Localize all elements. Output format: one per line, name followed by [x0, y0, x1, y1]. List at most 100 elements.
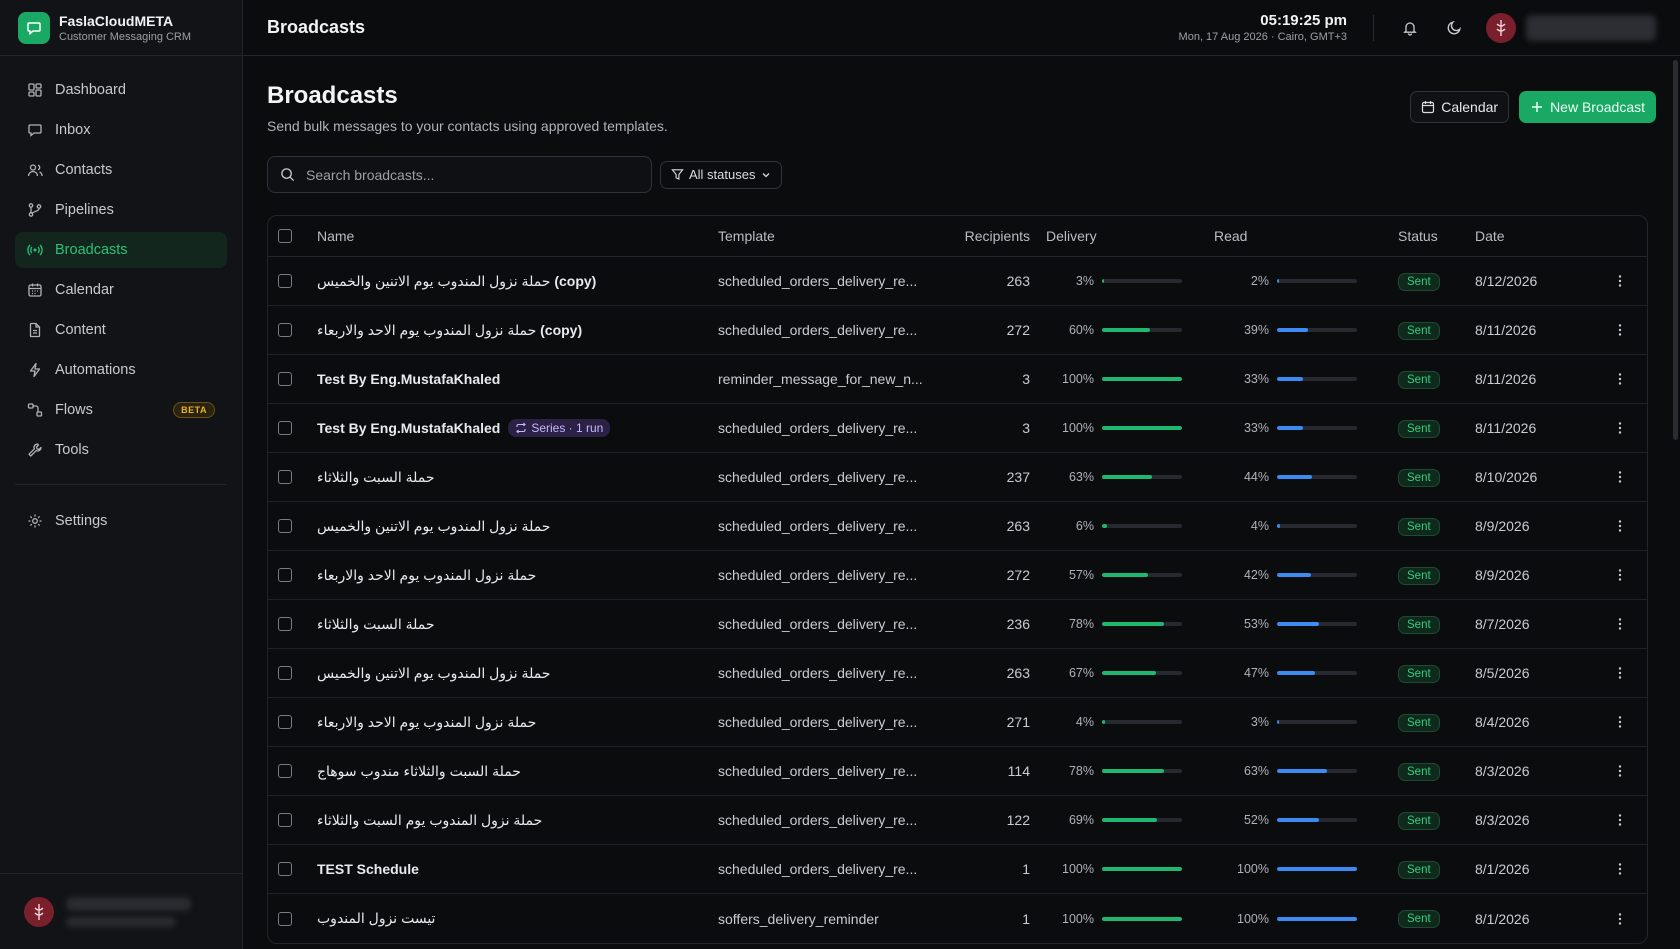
row-checkbox[interactable] — [278, 764, 292, 778]
row-checkbox[interactable] — [278, 372, 292, 386]
row-menu-button[interactable] — [1613, 470, 1627, 484]
table-row[interactable]: Test By Eng.MustafaKhaled reminder_messag… — [268, 355, 1647, 404]
sidebar-item-contacts[interactable]: Contacts — [15, 152, 227, 188]
broadcast-name-cell[interactable]: تيست نزول المندوب — [317, 910, 718, 927]
page-scrollbar[interactable] — [1673, 60, 1678, 440]
sidebar-item-pipelines[interactable]: Pipelines — [15, 192, 227, 228]
row-checkbox[interactable] — [278, 911, 292, 926]
row-menu-button[interactable] — [1613, 715, 1627, 729]
sidebar-item-automations[interactable]: Automations — [15, 352, 227, 388]
row-checkbox[interactable] — [278, 715, 292, 729]
row-checkbox[interactable] — [278, 323, 292, 337]
row-checkbox[interactable] — [278, 568, 292, 582]
column-header-delivery[interactable]: Delivery — [1030, 228, 1214, 244]
row-menu-button[interactable] — [1613, 912, 1627, 926]
search-box[interactable] — [267, 156, 652, 193]
row-menu-button[interactable] — [1613, 764, 1627, 778]
delivery-bar — [1102, 818, 1182, 822]
row-checkbox[interactable] — [278, 274, 292, 288]
broadcast-name-cell[interactable]: حملة نزول المندوب يوم الاحد والاربعاء — [317, 567, 718, 584]
column-header-recipients[interactable]: Recipients — [943, 228, 1030, 244]
table-row[interactable]: حملة نزول المندوب يوم الاتنين والخميس sch… — [268, 502, 1647, 551]
table-row[interactable]: حملة نزول المندوب يوم الاحد والاربعاء sch… — [268, 551, 1647, 600]
broadcast-date: 8/7/2026 — [1475, 616, 1530, 632]
broadcast-name-cell[interactable]: حملة نزول المندوب يوم السبت والثلاثاء — [317, 812, 718, 829]
row-checkbox[interactable] — [278, 421, 292, 435]
brand[interactable]: FaslaCloudMETA Customer Messaging CRM — [0, 0, 242, 56]
theme-toggle-button[interactable] — [1438, 12, 1470, 44]
recipients-count: 3 — [1022, 371, 1030, 387]
table-row[interactable]: حملة نزول المندوب يوم الاتنين والخميس (c… — [268, 257, 1647, 306]
row-menu-button[interactable] — [1613, 666, 1627, 680]
row-checkbox[interactable] — [278, 813, 292, 827]
broadcast-date: 8/1/2026 — [1475, 910, 1530, 927]
table-row[interactable]: حملة نزول المندوب يوم السبت والثلاثاء sch… — [268, 796, 1647, 845]
template-name: scheduled_orders_delivery_re... — [718, 812, 918, 828]
table-row[interactable]: حملة السبت والثلاثاء scheduled_orders_del… — [268, 600, 1647, 649]
row-checkbox[interactable] — [278, 862, 292, 876]
broadcast-name-cell[interactable]: Test By Eng.MustafaKhaled Series · 1 run — [317, 419, 718, 437]
column-header-status[interactable]: Status — [1398, 228, 1475, 244]
filters-bar: All statuses — [267, 156, 1656, 193]
table-row[interactable]: تيست نزول المندوب soffers_delivery_remind… — [268, 894, 1647, 943]
broadcast-name-cell[interactable]: TEST Schedule — [317, 861, 718, 877]
search-input[interactable] — [304, 165, 624, 184]
select-all-checkbox[interactable] — [278, 229, 292, 243]
row-menu-button[interactable] — [1613, 274, 1627, 288]
sidebar-item-content[interactable]: Content — [15, 312, 227, 348]
delivery-rate: 100% — [1030, 862, 1214, 876]
table-row[interactable]: حملة نزول المندوب يوم الاحد والاربعاء sch… — [268, 698, 1647, 747]
row-menu-button[interactable] — [1613, 421, 1627, 435]
table-row[interactable]: TEST Schedule scheduled_orders_delivery_r… — [268, 845, 1647, 894]
read-bar-fill — [1277, 867, 1357, 871]
row-menu-button[interactable] — [1613, 323, 1627, 337]
sidebar-item-calendar[interactable]: Calendar — [15, 272, 227, 308]
column-header-name[interactable]: Name — [317, 228, 718, 244]
row-checkbox[interactable] — [278, 519, 292, 533]
row-menu-button[interactable] — [1613, 568, 1627, 582]
broadcast-name-cell[interactable]: حملة نزول المندوب يوم الاتنين والخميس — [317, 518, 718, 535]
calendar-button[interactable]: Calendar — [1410, 91, 1510, 123]
broadcast-name-cell[interactable]: حملة نزول المندوب يوم الاحد والاربعاء — [317, 714, 718, 731]
table-row[interactable]: حملة نزول المندوب يوم الاتنين والخميس sch… — [268, 649, 1647, 698]
column-header-read[interactable]: Read — [1214, 228, 1398, 244]
delivery-percent: 100% — [1062, 911, 1094, 926]
broadcast-name-cell[interactable]: Test By Eng.MustafaKhaled — [317, 371, 718, 387]
sidebar-item-flows[interactable]: Flows BETA — [15, 392, 227, 428]
row-checkbox[interactable] — [278, 470, 292, 484]
row-checkbox[interactable] — [278, 666, 292, 680]
row-menu-button[interactable] — [1613, 862, 1627, 876]
sidebar-item-settings[interactable]: Settings — [15, 503, 227, 539]
broadcast-name-cell[interactable]: حملة السبت والثلاثاء — [317, 469, 718, 486]
sidebar-item-dashboard[interactable]: Dashboard — [15, 72, 227, 108]
row-menu-button[interactable] — [1613, 372, 1627, 386]
row-menu-button[interactable] — [1613, 813, 1627, 827]
broadcast-name: حملة نزول المندوب يوم الاتنين والخميس — [317, 517, 551, 534]
column-header-date[interactable]: Date — [1475, 228, 1600, 244]
broadcast-name-cell[interactable]: حملة نزول المندوب يوم الاتنين والخميس — [317, 665, 718, 682]
status-badge: Sent — [1398, 811, 1440, 830]
broadcast-name: حملة نزول المندوب يوم الاحد والاربعاء — [317, 321, 537, 338]
read-rate: 100% — [1214, 862, 1398, 876]
sidebar-item-broadcasts[interactable]: Broadcasts — [15, 232, 227, 268]
row-menu-button[interactable] — [1613, 519, 1627, 533]
row-checkbox[interactable] — [278, 617, 292, 631]
sidebar-item-tools[interactable]: Tools — [15, 432, 227, 468]
broadcast-name-cell[interactable]: حملة السبت والثلاثاء مندوب سوهاج — [317, 763, 718, 780]
column-header-template[interactable]: Template — [718, 228, 943, 244]
broadcast-name-cell[interactable]: حملة نزول المندوب يوم الاحد والاربعاء (c… — [317, 322, 718, 339]
table-row[interactable]: حملة نزول المندوب يوم الاحد والاربعاء (c… — [268, 306, 1647, 355]
topbar-avatar[interactable] — [1486, 12, 1516, 43]
table-row[interactable]: Test By Eng.MustafaKhaled Series · 1 run s… — [268, 404, 1647, 453]
sidebar-item-inbox[interactable]: Inbox — [15, 112, 227, 148]
broadcast-name-cell[interactable]: حملة نزول المندوب يوم الاتنين والخميس (c… — [317, 273, 718, 290]
table-row[interactable]: حملة السبت والثلاثاء مندوب سوهاج schedule… — [268, 747, 1647, 796]
user-profile[interactable] — [0, 873, 242, 949]
table-row[interactable]: حملة السبت والثلاثاء scheduled_orders_del… — [268, 453, 1647, 502]
status-filter-select[interactable]: All statuses — [660, 160, 783, 189]
notifications-button[interactable] — [1394, 12, 1426, 44]
new-broadcast-button[interactable]: New Broadcast — [1519, 91, 1656, 123]
row-menu-button[interactable] — [1613, 617, 1627, 631]
read-rate: 2% — [1214, 274, 1398, 288]
broadcast-name-cell[interactable]: حملة السبت والثلاثاء — [317, 616, 718, 633]
